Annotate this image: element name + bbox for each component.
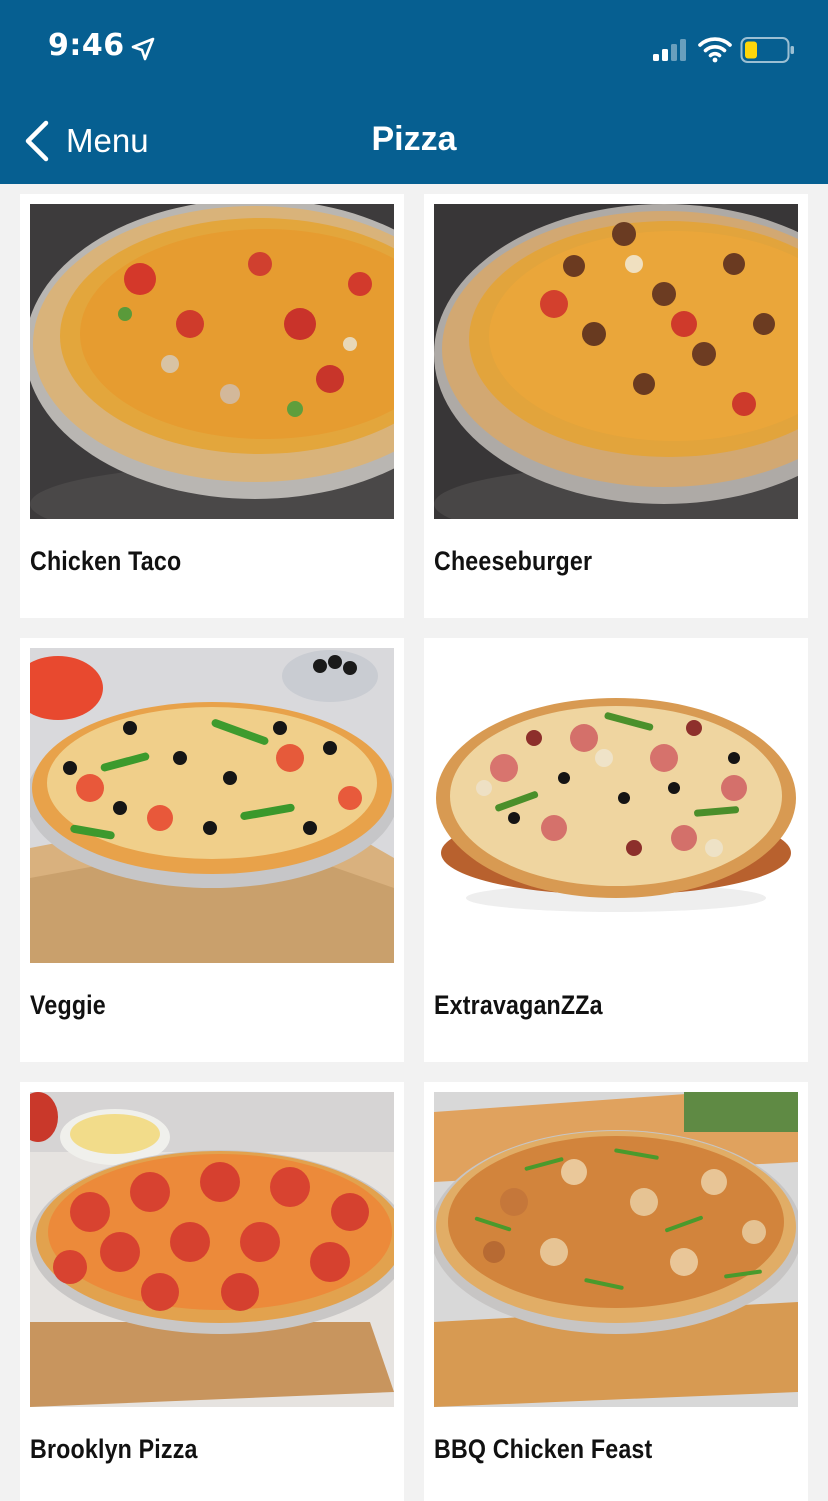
product-card[interactable]: Cheeseburger [424, 194, 808, 618]
product-card[interactable]: Brooklyn Pizza [20, 1082, 404, 1501]
pizza-menu-screen: 9:46 Menu Pizza Chicken Taco Cheeseburge… [0, 0, 828, 1501]
product-name: Brooklyn Pizza [30, 1434, 198, 1464]
product-name: Veggie [30, 990, 106, 1020]
pizza-photo [434, 1092, 798, 1407]
product-grid: Chicken Taco Cheeseburger Veggie Extrava… [20, 194, 808, 1501]
pizza-photo [30, 648, 394, 963]
status-bar: 9:46 [0, 0, 828, 100]
pizza-photo [434, 204, 798, 519]
pizza-photo [30, 204, 394, 519]
product-card[interactable]: BBQ Chicken Feast [424, 1082, 808, 1501]
status-time: 9:46 [48, 28, 125, 63]
product-card[interactable]: Chicken Taco [20, 194, 404, 618]
product-card[interactable]: Veggie [20, 638, 404, 1062]
product-name: Chicken Taco [30, 546, 182, 576]
pizza-photo [30, 1092, 394, 1407]
product-name: Cheeseburger [434, 546, 593, 576]
app-header: 9:46 Menu Pizza [0, 0, 828, 184]
navigation-bar: Menu Pizza [0, 100, 828, 184]
battery-low-icon [740, 37, 794, 63]
cellular-signal-icon [653, 39, 686, 61]
pizza-photo [434, 648, 798, 963]
product-name: BBQ Chicken Feast [434, 1434, 653, 1464]
product-card[interactable]: ExtravaganZZa [424, 638, 808, 1062]
location-arrow-icon [131, 37, 155, 61]
wifi-icon [698, 37, 732, 63]
product-name: ExtravaganZZa [434, 990, 603, 1020]
page-title: Pizza [371, 120, 457, 158]
